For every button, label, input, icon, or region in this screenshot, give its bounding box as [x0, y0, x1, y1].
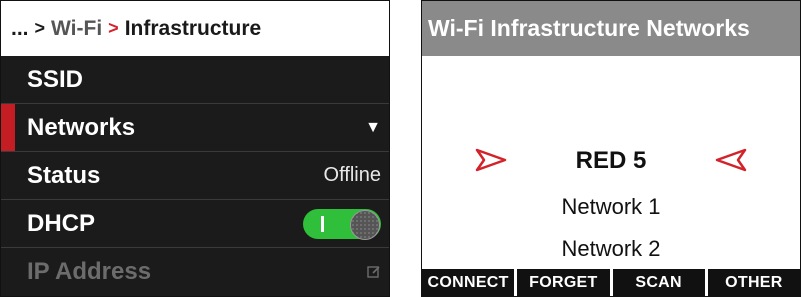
breadcrumb-separator-icon: >	[108, 18, 119, 38]
menu-item-label: IP Address	[27, 258, 152, 285]
menu-item-label: Networks	[27, 113, 136, 141]
breadcrumb-separator-icon: >	[34, 18, 46, 38]
screen-title: Wi-Fi Infrastructure Networks	[422, 1, 800, 56]
other-button[interactable]: OTHER	[707, 269, 800, 296]
menu-item-ip-address: IP Address	[1, 248, 389, 296]
breadcrumb-current: Infrastructure	[124, 16, 262, 40]
breadcrumb: ... > Wi-Fi > Infrastructure	[1, 1, 389, 56]
menu-item-label: SSID	[27, 65, 84, 93]
menu-item-label: DHCP	[27, 209, 96, 237]
menu-item-networks[interactable]: Networks ▼	[1, 104, 389, 152]
dhcp-toggle[interactable]	[303, 208, 381, 240]
edit-icon	[367, 266, 380, 278]
connect-button[interactable]: CONNECT	[422, 269, 515, 296]
breadcrumb-ellipsis[interactable]: ...	[11, 17, 29, 41]
menu-item-ssid[interactable]: SSID	[1, 56, 389, 104]
forget-button[interactable]: FORGET	[517, 269, 610, 296]
scan-button[interactable]: SCAN	[612, 269, 705, 296]
breadcrumb-wifi[interactable]: Wi-Fi	[51, 17, 102, 41]
network-item[interactable]: Network 1	[422, 194, 800, 220]
toggle-knob	[350, 209, 380, 240]
arrow-left-icon	[715, 148, 747, 172]
status-value: Offline	[323, 164, 381, 186]
menu-item-status[interactable]: Status Offline	[1, 152, 389, 200]
wifi-networks-screen: Wi-Fi Infrastructure Networks RED 5 Netw…	[421, 0, 801, 297]
wifi-infrastructure-menu-screen: ... > Wi-Fi > Infrastructure SSID Networ…	[0, 0, 390, 297]
softkey-bar: CONNECT FORGET SCAN OTHER	[422, 269, 800, 296]
network-item[interactable]: Network 2	[422, 236, 800, 262]
selection-indicator	[1, 104, 15, 151]
toggle-on-mark	[321, 215, 324, 232]
menu-item-label: Status	[27, 161, 101, 189]
menu-item-dhcp[interactable]: DHCP	[1, 200, 389, 248]
chevron-down-icon: ▼	[365, 118, 381, 136]
